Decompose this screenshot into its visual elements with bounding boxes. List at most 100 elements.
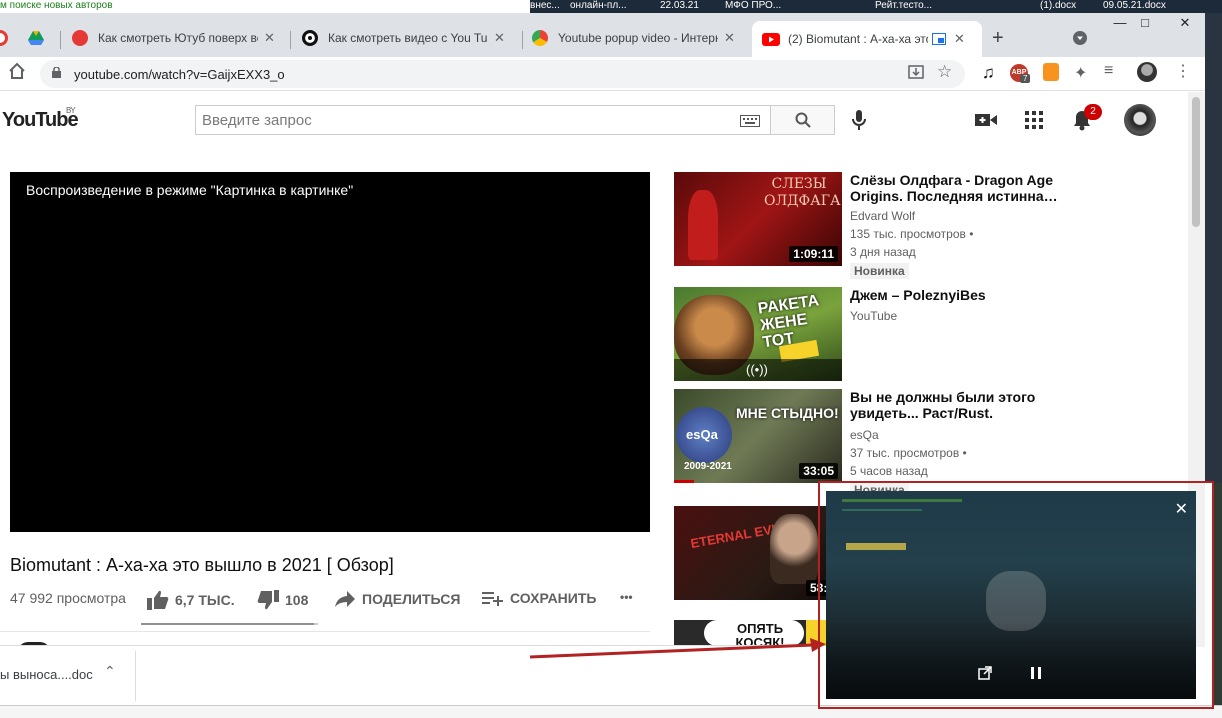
tab-active[interactable]: (2) Biomutant : А-ха-ха это ✕	[752, 21, 982, 57]
duration-badge: 1:09:11	[789, 246, 838, 262]
share-button[interactable]: ПОДЕЛИТЬСЯ	[334, 590, 460, 608]
install-icon[interactable]	[908, 64, 924, 84]
save-label: СОХРАНИТЬ	[510, 590, 597, 606]
dislike-count: 108	[285, 592, 309, 608]
menu-kebab-icon[interactable]: ⋮	[1175, 61, 1191, 81]
view-count: 37 тыс. просмотров •	[850, 446, 967, 460]
recommendation-item[interactable]: esQa МНЕ СТЫДНО! 2009-2021 33:05 Вы не д…	[674, 389, 1194, 498]
desktop-item[interactable]: 22.03.21	[660, 0, 699, 11]
youtube-logo[interactable]: YouTube BY	[2, 106, 79, 132]
adblock-icon[interactable]: ABP 7	[1010, 64, 1031, 83]
recommendation-title: Вы не должны были этого увидеть... Раст/…	[850, 389, 1036, 421]
picture-in-picture-window[interactable]: ✕	[826, 491, 1196, 699]
more-actions-button[interactable]: •••	[620, 590, 633, 604]
recommendation-item[interactable]: СЛЕЗЫ ОЛДФАГА 1:09:11 Слёзы Олдфага - Dr…	[674, 172, 1194, 279]
scrollbar-thumb[interactable]	[1192, 97, 1200, 227]
keyboard-icon[interactable]	[740, 115, 760, 127]
thumbnail-text: СЛЕЗЫ ОЛДФАГА	[764, 176, 841, 209]
account-avatar[interactable]	[1124, 104, 1156, 136]
home-icon[interactable]	[8, 62, 26, 84]
star-icon[interactable]: ☆	[937, 62, 952, 82]
tab-search-button[interactable]	[1072, 23, 1092, 53]
tab-3[interactable]: Youtube popup video - Интерне ✕	[528, 23, 750, 53]
tab-2[interactable]: Как смотреть видео с You Tub ✕	[298, 23, 522, 53]
close-icon[interactable]: ✕	[1175, 499, 1188, 519]
chevron-down-icon	[1073, 31, 1087, 45]
pip-indicator-icon	[932, 33, 946, 45]
region-code: BY	[66, 106, 76, 115]
search-box	[195, 105, 771, 135]
profile-avatar-icon[interactable]	[1137, 62, 1157, 82]
dislike-button[interactable]: 108	[257, 590, 308, 610]
desktop-item[interactable]: Рейт.тесто...	[875, 0, 932, 11]
media-queue-icon[interactable]: ≡	[1104, 62, 1113, 80]
desktop-item[interactable]: (1).docx	[1040, 0, 1076, 11]
browser-toolbar: youtube.com/watch?v=GaijxEXX3_o ☆ ♫ ABP …	[0, 57, 1205, 91]
pause-button[interactable]	[1030, 666, 1042, 683]
search-button[interactable]	[770, 105, 835, 135]
desktop-item[interactable]: онлайн-пл...	[570, 0, 627, 11]
video-player[interactable]: Воспроизведение в режиме "Картинка в кар…	[10, 172, 650, 532]
close-icon[interactable]: ✕	[494, 30, 505, 46]
yandex-icon	[72, 30, 88, 46]
search-icon	[795, 112, 811, 128]
desktop-item[interactable]: МФО ПРО...	[725, 0, 781, 11]
channel-name[interactable]: Edvard Wolf	[850, 209, 915, 223]
puzzle-icon[interactable]: ✦	[1074, 63, 1087, 83]
back-to-tab-button[interactable]	[978, 666, 992, 683]
channel-name[interactable]: esQa	[850, 428, 879, 442]
like-count: 6,7 ТЫС.	[175, 592, 235, 608]
create-video-icon[interactable]	[975, 110, 997, 130]
microphone-icon[interactable]	[850, 108, 868, 132]
address-bar[interactable]: youtube.com/watch?v=GaijxEXX3_o ☆	[40, 60, 965, 88]
video-thumbnail[interactable]: ETERNAL EVIL 58:1	[674, 506, 842, 600]
close-window-button[interactable]: ✕	[1170, 13, 1200, 35]
upload-age: 3 дня назад	[850, 245, 916, 259]
url-text: youtube.com/watch?v=GaijxEXX3_o	[74, 67, 285, 82]
new-tab-button[interactable]: +	[992, 23, 1016, 53]
save-button[interactable]: СОХРАНИТЬ	[482, 590, 596, 606]
notification-count-badge: 2	[1084, 104, 1102, 120]
apps-grid-icon[interactable]	[1024, 110, 1044, 130]
recommendation-title: Джем – PoleznyiBes	[850, 287, 986, 303]
extension-badge: 7	[1020, 74, 1031, 83]
video-thumbnail[interactable]: РАКЕТА ЖЕНЕ ТОТ ((•))	[674, 287, 842, 381]
desktop-item[interactable]: 09.05.21.docx	[1103, 0, 1166, 11]
view-count: 47 992 просмотра	[10, 590, 126, 606]
video-thumbnail[interactable]: esQa МНЕ СТЫДНО! 2009-2021 33:05	[674, 389, 842, 483]
video-thumbnail[interactable]: СЛЕЗЫ ОЛДФАГА 1:09:11	[674, 172, 842, 266]
close-icon[interactable]: ✕	[954, 31, 965, 47]
download-file-name[interactable]: ы выноса....doc	[0, 667, 93, 682]
desktop-item[interactable]: внес...	[530, 0, 560, 11]
sentiment-bar-fill	[141, 623, 315, 625]
plus-icon: +	[992, 26, 1004, 49]
maximize-button[interactable]: □	[1130, 13, 1160, 35]
playlist-add-icon	[482, 592, 503, 606]
thumbs-down-icon	[257, 590, 279, 610]
chevron-up-icon[interactable]: ⌃	[104, 663, 116, 680]
site-icon	[532, 30, 548, 46]
duration-badge: 33:05	[799, 463, 838, 479]
close-icon[interactable]: ✕	[724, 30, 735, 46]
odnoklassniki-icon[interactable]	[1043, 63, 1059, 81]
open-in-tab-icon	[978, 666, 992, 680]
music-note-icon[interactable]: ♫	[982, 63, 995, 83]
view-count: 135 тыс. просмотров •	[850, 227, 974, 241]
tab-title: Youtube popup video - Интерне	[558, 31, 718, 45]
like-button[interactable]: 6,7 ТЫС.	[147, 590, 235, 610]
sentiment-bar	[141, 623, 318, 625]
recommendation-title: Слёзы Олдфага - Dragon Age Origins. Посл…	[850, 172, 1058, 204]
desktop-strip: м поиске новых авторов внес... онлайн-пл…	[0, 0, 1222, 13]
site-icon	[302, 30, 318, 46]
tab-1[interactable]: Как смотреть Ютуб поверх вс ✕	[68, 23, 288, 53]
close-icon[interactable]: ✕	[264, 30, 275, 46]
recommendation-item[interactable]: РАКЕТА ЖЕНЕ ТОТ ((•)) Джем – PoleznyiBes…	[674, 287, 1194, 383]
tab-pinned[interactable]	[0, 23, 12, 53]
pip-status-text: Воспроизведение в режиме "Картинка в кар…	[26, 182, 354, 198]
search-input[interactable]	[196, 106, 726, 134]
desktop-taskbar-items: внес... онлайн-пл... 22.03.21 МФО ПРО...…	[530, 0, 1222, 13]
tab-drive[interactable]	[28, 23, 58, 53]
youtube-header: YouTube BY 2	[0, 92, 1188, 148]
video-title: Biomutant : А-ха-ха это вышло в 2021 [ О…	[10, 555, 394, 575]
channel-name[interactable]: YouTube	[850, 309, 897, 323]
